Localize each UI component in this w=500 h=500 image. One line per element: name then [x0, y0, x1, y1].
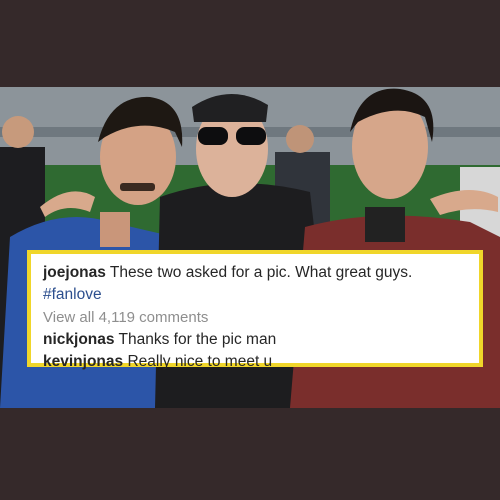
comment-username[interactable]: kevinjonas [43, 353, 123, 370]
view-all-comments-link[interactable]: View all 4,119 comments [43, 306, 467, 329]
bystander-center-head [286, 125, 314, 153]
hashtag-link[interactable]: #fanlove [43, 286, 102, 303]
comment-text: Thanks for the pic man [118, 331, 277, 348]
bystander-left-head [2, 116, 34, 148]
person-center-sunglasses-right [236, 127, 266, 145]
comment-row: nickjonas Thanks for the pic man [43, 329, 467, 351]
person-left-neck [100, 212, 130, 247]
comment-text: Really nice to meet u [127, 353, 273, 370]
caption: joejonas These two asked for a pic. What… [43, 262, 467, 284]
caption-text: These two asked for a pic. What great gu… [109, 264, 413, 281]
person-center-sunglasses-left [198, 127, 228, 145]
caption-username[interactable]: joejonas [43, 264, 106, 281]
comment-username[interactable]: nickjonas [43, 331, 115, 348]
person-left-mustache [120, 183, 155, 191]
image-frame: joejonas These two asked for a pic. What… [0, 0, 500, 500]
comment-row: kevinjonas Really nice to meet u [43, 351, 467, 373]
caption-hashtag-line: #fanlove [43, 284, 467, 306]
person-right-shirt [365, 207, 405, 242]
comment-overlay: joejonas These two asked for a pic. What… [27, 250, 483, 370]
